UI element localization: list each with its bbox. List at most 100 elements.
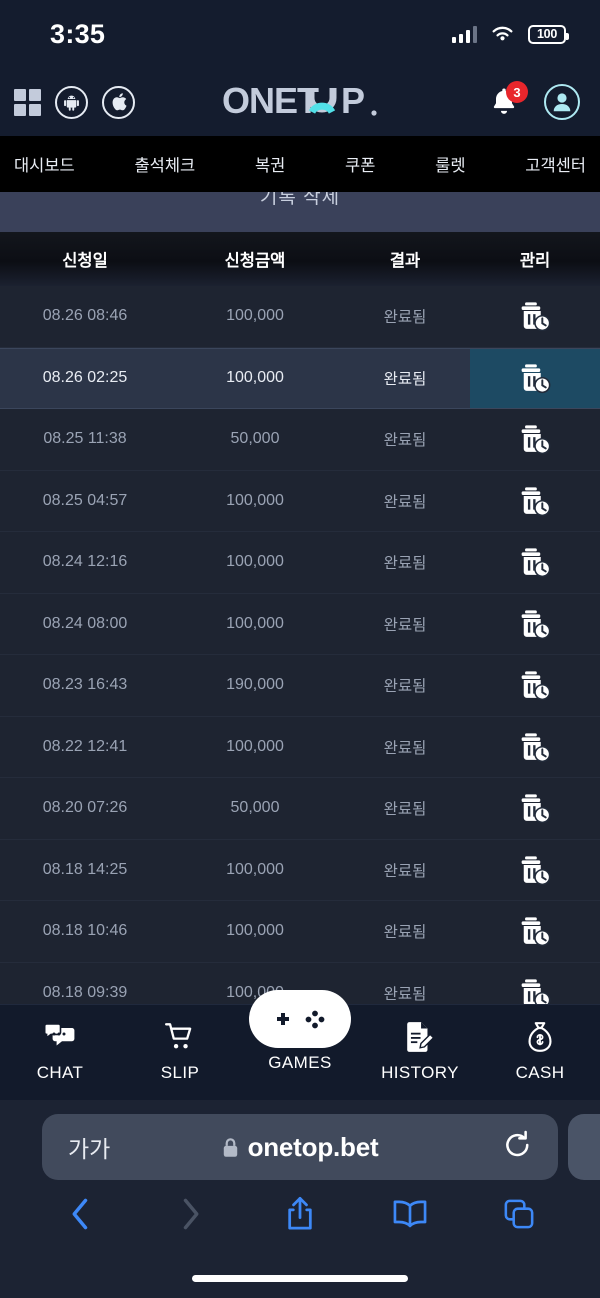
- cell-date: 08.24 08:00: [42, 614, 128, 632]
- table-row[interactable]: 08.26 02:25 100,000 완료됨: [0, 347, 600, 409]
- windows-icon[interactable]: [14, 88, 41, 116]
- delete-record-button[interactable]: [470, 717, 600, 778]
- cell-amount: 100,000: [226, 369, 284, 387]
- notification-badge: 3: [506, 81, 528, 103]
- table-row[interactable]: 08.25 11:38 50,000 완료됨: [0, 409, 600, 471]
- cell-amount: 50,000: [230, 430, 280, 448]
- cell-date: 08.18 10:46: [42, 922, 128, 940]
- shopping-cart-icon: [164, 1017, 196, 1057]
- nav-cash-label: CASH: [515, 1063, 565, 1082]
- table-body: 08.26 08:46 100,000 완료됨 08.26 02:25 100,000…: [0, 286, 600, 1024]
- nav-item-dashboard[interactable]: 대시보드: [14, 152, 75, 176]
- chevron-left-icon: [72, 1198, 88, 1230]
- table-row[interactable]: 08.18 14:25 100,000 완료됨: [0, 839, 600, 901]
- nav-item-support[interactable]: 고객센터: [525, 152, 586, 176]
- delete-history-icon: [521, 548, 551, 578]
- onetop-logo[interactable]: ONET P: [222, 82, 402, 122]
- nav-cash[interactable]: CASH: [485, 1017, 595, 1083]
- user-avatar-icon[interactable]: [544, 84, 580, 120]
- safari-address-bar[interactable]: 가가 onetop.bet: [42, 1114, 558, 1180]
- delete-record-button[interactable]: [470, 409, 600, 470]
- table-row[interactable]: 08.24 12:16 100,000 완료됨: [0, 532, 600, 594]
- column-header-amount: 신청금액: [224, 252, 286, 270]
- cell-amount: 100,000: [226, 553, 284, 571]
- cell-amount: 100,000: [226, 491, 284, 509]
- adjacent-tab-peek[interactable]: [568, 1114, 600, 1180]
- apple-icon[interactable]: [102, 85, 135, 119]
- bookmarks-button[interactable]: [377, 1189, 443, 1239]
- text-size-button[interactable]: 가가: [68, 1130, 110, 1164]
- cellular-signal-icon: [451, 25, 477, 43]
- delete-record-button[interactable]: [470, 471, 600, 532]
- cell-result: 완료됨: [383, 432, 427, 450]
- games-button[interactable]: [249, 990, 351, 1048]
- cell-date: 08.22 12:41: [42, 737, 128, 755]
- table-row[interactable]: 08.18 10:46 100,000 완료됨: [0, 901, 600, 963]
- book-icon: [393, 1200, 426, 1228]
- app-bottom-nav: CHAT SLIP GAMES HISTORY CASH: [0, 990, 600, 1100]
- delete-history-icon: [521, 610, 551, 639]
- nav-slip[interactable]: SLIP: [125, 1017, 235, 1083]
- android-icon[interactable]: [55, 85, 88, 119]
- delete-record-button[interactable]: [470, 594, 600, 655]
- nav-item-coupon[interactable]: 쿠폰: [345, 152, 375, 176]
- cell-result: 완료됨: [383, 739, 427, 757]
- table-row[interactable]: 08.24 08:00 100,000 완료됨: [0, 593, 600, 655]
- nav-games-label: GAMES: [268, 1053, 332, 1072]
- cell-date: 08.18 14:25: [42, 860, 128, 878]
- notifications-button[interactable]: 3: [488, 81, 528, 119]
- status-bar-indicators: 100: [451, 24, 569, 44]
- delete-history-icon: [521, 794, 551, 824]
- nav-history-label: HISTORY: [381, 1063, 459, 1082]
- cell-result: 완료됨: [383, 801, 427, 819]
- nav-slip-label: SLIP: [160, 1063, 200, 1082]
- nav-history[interactable]: HISTORY: [365, 1017, 475, 1083]
- header-platform-links: [14, 85, 135, 119]
- table-row[interactable]: 08.23 16:43 190,000 완료됨: [0, 655, 600, 717]
- table-row[interactable]: 08.22 12:41 100,000 완료됨: [0, 716, 600, 778]
- nav-item-roulette[interactable]: 룰렛: [435, 152, 465, 176]
- chat-bubble-icon: [43, 1017, 77, 1057]
- nav-item-attendance[interactable]: 출석체크: [134, 152, 195, 176]
- cell-date: 08.25 11:38: [43, 430, 127, 448]
- main-navigation: 대시보드 출석체크 복권 쿠폰 룰렛 고객센터: [0, 136, 600, 192]
- table-row[interactable]: 08.20 07:26 50,000 완료됨: [0, 778, 600, 840]
- svg-text:ONET: ONET: [222, 82, 319, 121]
- delete-record-button[interactable]: [470, 286, 600, 347]
- cell-date: 08.25 04:57: [42, 491, 128, 509]
- cell-result: 완료됨: [383, 371, 427, 389]
- cell-result: 완료됨: [383, 678, 427, 696]
- document-edit-icon: [405, 1017, 435, 1057]
- cell-result: 완료됨: [383, 924, 427, 942]
- back-button[interactable]: [48, 1189, 114, 1239]
- nav-item-lottery[interactable]: 복권: [255, 152, 285, 176]
- cell-amount: 100,000: [226, 307, 284, 325]
- battery-icon: 100: [528, 24, 569, 44]
- url-text: onetop.bet: [247, 1131, 379, 1162]
- cell-date: 08.24 12:16: [42, 553, 128, 571]
- delete-record-button[interactable]: [470, 840, 600, 901]
- money-bag-icon: [525, 1017, 555, 1057]
- table-row[interactable]: 08.26 08:46 100,000 완료됨: [0, 286, 600, 348]
- delete-record-button[interactable]: [470, 901, 600, 962]
- status-bar-time: 3:35: [50, 18, 106, 49]
- cell-amount: 100,000: [226, 614, 284, 632]
- table-row[interactable]: 08.25 04:57 100,000 완료됨: [0, 470, 600, 532]
- nav-games[interactable]: GAMES: [245, 990, 355, 1073]
- gamepad-icon: [269, 1001, 331, 1037]
- delete-record-button[interactable]: [470, 348, 600, 408]
- share-button[interactable]: [267, 1189, 333, 1239]
- cell-result: 완료됨: [383, 555, 427, 573]
- forward-button[interactable]: [157, 1189, 223, 1239]
- share-icon: [288, 1197, 312, 1230]
- delete-record-button[interactable]: [470, 778, 600, 839]
- svg-text:P: P: [341, 82, 364, 121]
- tabs-button[interactable]: [486, 1189, 552, 1239]
- delete-record-button[interactable]: [470, 655, 600, 716]
- nav-chat[interactable]: CHAT: [5, 1017, 115, 1083]
- delete-record-banner[interactable]: 기록 삭제: [0, 192, 600, 232]
- wifi-icon: [492, 26, 513, 41]
- chevron-right-icon: [184, 1198, 199, 1230]
- delete-record-button[interactable]: [470, 532, 600, 593]
- reload-button[interactable]: [504, 1130, 532, 1165]
